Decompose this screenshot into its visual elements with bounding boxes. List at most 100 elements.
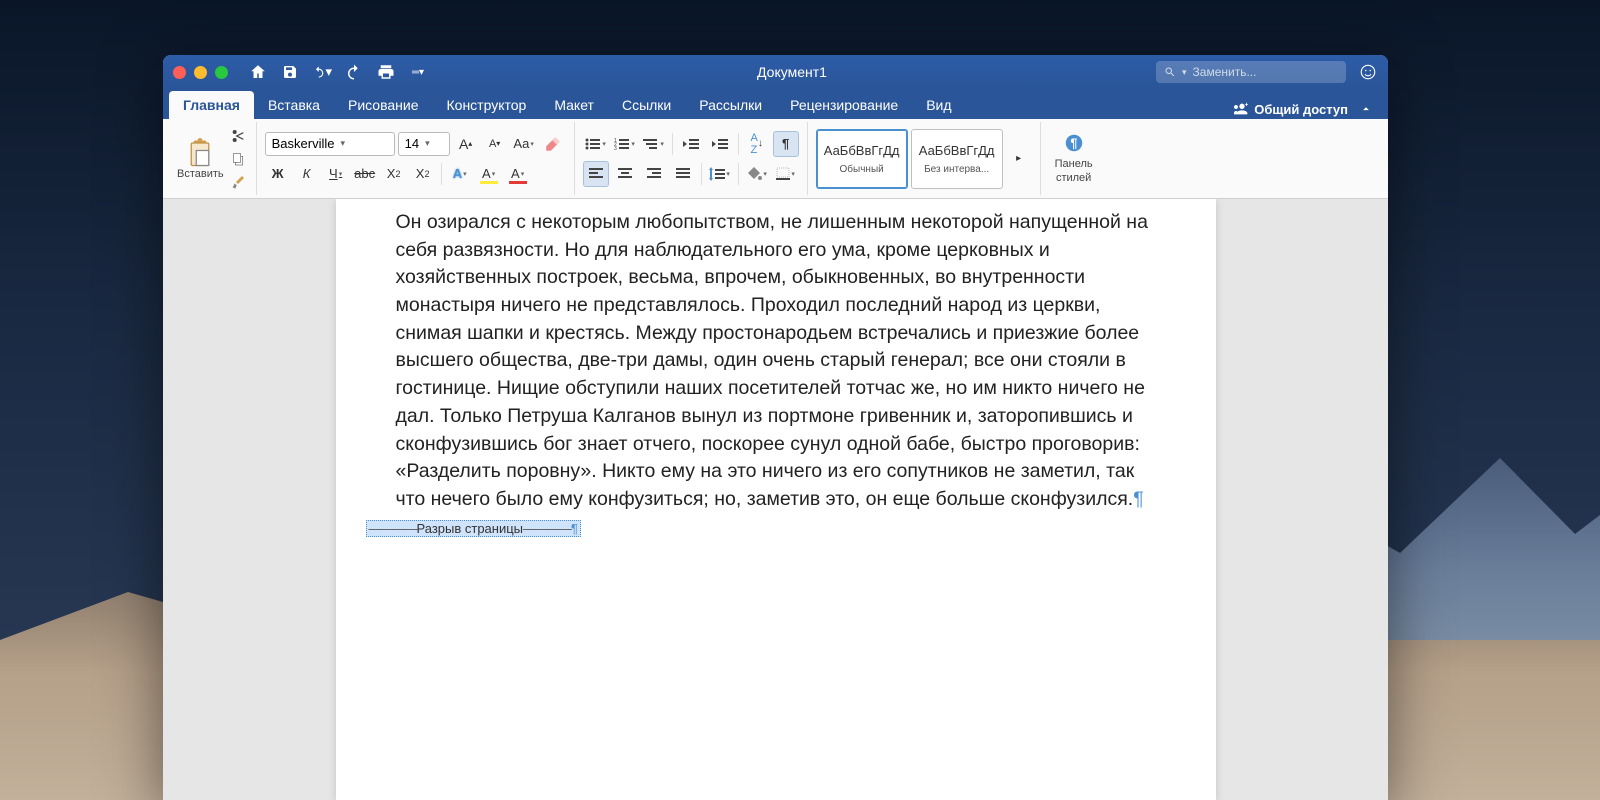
numbering-icon: 123: [614, 137, 630, 151]
home-icon[interactable]: [248, 62, 268, 82]
shading-button[interactable]: ▾: [744, 161, 770, 187]
paragraph-group: ▾ 123▾ ▾ AZ↓ ¶ ▾ ▾ ▾: [575, 122, 808, 195]
tab-design[interactable]: Конструктор: [433, 91, 541, 119]
increase-indent-button[interactable]: [707, 131, 733, 157]
strikethrough-button[interactable]: abc: [352, 161, 378, 187]
search-placeholder: Заменить...: [1193, 65, 1257, 79]
clear-formatting-button[interactable]: [540, 131, 566, 157]
align-right-button[interactable]: [641, 161, 667, 187]
highlight-button[interactable]: A▾: [476, 161, 502, 187]
paste-button[interactable]: Вставить: [177, 138, 224, 180]
style-normal[interactable]: АаБбВвГгДд Обычный: [816, 129, 908, 189]
sort-button[interactable]: AZ↓: [744, 131, 770, 157]
italic-button[interactable]: К: [294, 161, 320, 187]
multilevel-list-button[interactable]: ▾: [641, 131, 667, 157]
word-window: ▾ ═▾ Документ1 ▾ Заменить... Главная Вст…: [163, 55, 1388, 800]
format-painter-button[interactable]: [228, 173, 248, 191]
decrease-font-button[interactable]: A▾: [482, 131, 508, 157]
copy-button[interactable]: [228, 150, 248, 168]
superscript-button[interactable]: X2: [410, 161, 436, 187]
window-controls: [173, 66, 228, 79]
align-left-icon: [589, 168, 603, 180]
change-case-button[interactable]: Aa▾: [511, 131, 537, 157]
print-icon[interactable]: [376, 62, 396, 82]
font-color-button[interactable]: A▾: [505, 161, 531, 187]
save-icon[interactable]: [280, 62, 300, 82]
document-title: Документ1: [428, 64, 1156, 80]
share-person-icon: +: [1232, 101, 1248, 117]
cut-button[interactable]: [228, 127, 248, 145]
tab-view[interactable]: Вид: [912, 91, 965, 119]
styles-pane-button[interactable]: ¶ Панель стилей: [1049, 132, 1099, 184]
clipboard-group: Вставить: [169, 122, 257, 195]
bullets-button[interactable]: ▾: [583, 131, 609, 157]
customize-qat-icon[interactable]: ═▾: [408, 62, 428, 82]
justify-icon: [676, 168, 690, 180]
subscript-button[interactable]: X2: [381, 161, 407, 187]
justify-button[interactable]: [670, 161, 696, 187]
tab-references[interactable]: Ссылки: [608, 91, 685, 119]
paintbrush-icon: [230, 174, 246, 190]
bold-button[interactable]: Ж: [265, 161, 291, 187]
line-spacing-button[interactable]: ▾: [707, 161, 733, 187]
styles-group: АаБбВвГгДд Обычный АаБбВвГгДд Без интерв…: [808, 122, 1041, 195]
outdent-icon: [683, 137, 699, 151]
style-no-spacing[interactable]: АаБбВвГгДд Без интерва...: [911, 129, 1003, 189]
undo-icon[interactable]: ▾: [312, 62, 332, 82]
feedback-icon[interactable]: [1358, 62, 1378, 82]
tab-review[interactable]: Рецензирование: [776, 91, 912, 119]
increase-font-button[interactable]: A▴: [453, 131, 479, 157]
body-paragraph[interactable]: Он озирался с некоторым любопытством, не…: [396, 209, 1156, 514]
align-center-icon: [618, 168, 632, 180]
show-marks-button[interactable]: ¶: [773, 131, 799, 157]
paragraph-mark-icon: ¶: [1133, 488, 1143, 510]
search-icon: [1164, 66, 1176, 78]
maximize-window-button[interactable]: [215, 66, 228, 79]
font-name-combo[interactable]: Baskerville▾: [265, 132, 395, 156]
font-size-combo[interactable]: 14▾: [398, 132, 450, 156]
minimize-window-button[interactable]: [194, 66, 207, 79]
ribbon: Вставить Baskerville▾ 14▾ A▴ A▾ Aa▾ Ж: [163, 119, 1388, 199]
svg-text:¶: ¶: [1070, 136, 1077, 151]
clipboard-icon: [184, 138, 216, 168]
tab-layout[interactable]: Макет: [540, 91, 608, 119]
close-window-button[interactable]: [173, 66, 186, 79]
styles-panel-group: ¶ Панель стилей: [1041, 122, 1107, 195]
styles-more-button[interactable]: ▸: [1006, 129, 1032, 189]
quick-access-toolbar: ▾ ═▾: [248, 62, 428, 82]
bullets-icon: [585, 137, 601, 151]
align-right-icon: [647, 168, 661, 180]
font-group: Baskerville▾ 14▾ A▴ A▾ Aa▾ Ж К Ч▾ abc X2…: [257, 122, 575, 195]
align-center-button[interactable]: [612, 161, 638, 187]
document-area[interactable]: Он озирался с некоторым любопытством, не…: [163, 199, 1388, 800]
titlebar: ▾ ═▾ Документ1 ▾ Заменить...: [163, 55, 1388, 89]
line-spacing-icon: [709, 167, 725, 181]
borders-icon: [776, 167, 790, 181]
borders-button[interactable]: ▾: [773, 161, 799, 187]
tab-mailings[interactable]: Рассылки: [685, 91, 776, 119]
tab-home[interactable]: Главная: [169, 91, 254, 119]
align-left-button[interactable]: [583, 161, 609, 187]
page[interactable]: Он озирался с некоторым любопытством, не…: [336, 199, 1216, 800]
copy-icon: [230, 151, 246, 167]
eraser-icon: [544, 135, 562, 153]
svg-text:+: +: [1245, 101, 1248, 108]
ribbon-tabs: Главная Вставка Рисование Конструктор Ма…: [163, 89, 1388, 119]
redo-icon[interactable]: [344, 62, 364, 82]
underline-button[interactable]: Ч▾: [323, 161, 349, 187]
collapse-ribbon-icon[interactable]: [1356, 99, 1376, 119]
decrease-indent-button[interactable]: [678, 131, 704, 157]
tab-draw[interactable]: Рисование: [334, 91, 433, 119]
page-break-marker[interactable]: ————Разрыв страницы————¶: [366, 520, 582, 537]
paint-bucket-icon: [746, 167, 762, 181]
search-box[interactable]: ▾ Заменить...: [1156, 61, 1346, 83]
styles-pane-icon: ¶: [1063, 132, 1085, 154]
share-button[interactable]: + Общий доступ: [1232, 101, 1348, 117]
scissors-icon: [230, 128, 246, 144]
indent-icon: [712, 137, 728, 151]
multilevel-icon: [643, 137, 659, 151]
tab-insert[interactable]: Вставка: [254, 91, 334, 119]
text-effects-button[interactable]: A▾: [447, 161, 473, 187]
svg-text:3: 3: [614, 146, 617, 151]
numbering-button[interactable]: 123▾: [612, 131, 638, 157]
